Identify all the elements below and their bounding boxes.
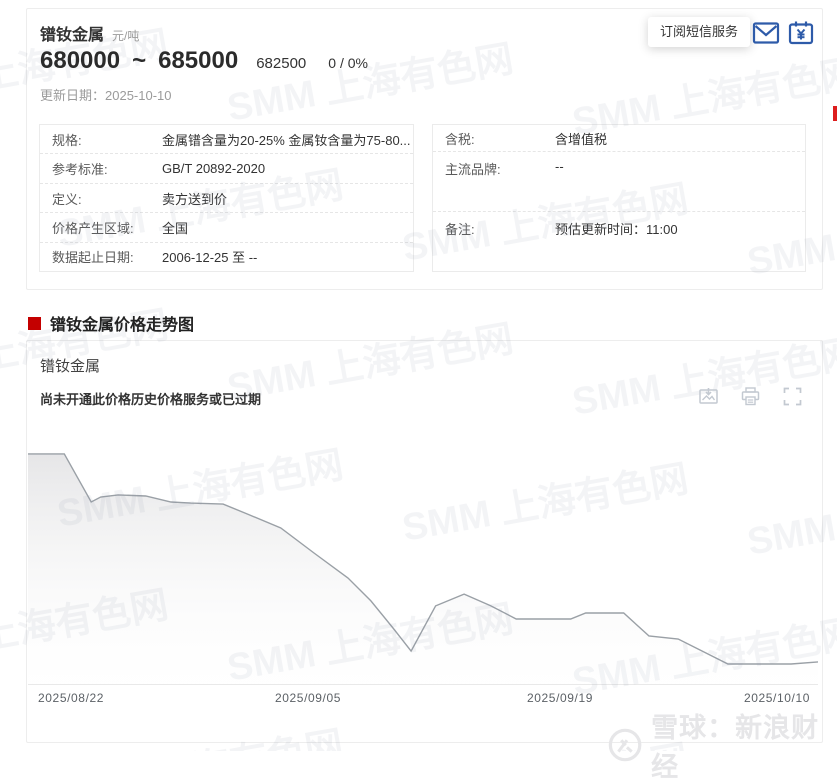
spec-row: 备注: 预估更新时间：11:00 bbox=[433, 211, 805, 271]
spec-table-right: 含税: 含增值税 主流品牌: -- 备注: 预估更新时间：11:00 bbox=[432, 124, 806, 272]
yuan-subscribe-icon bbox=[788, 21, 814, 45]
price-subscribe-button[interactable] bbox=[787, 20, 815, 46]
price-unit: 元/吨 bbox=[112, 29, 140, 43]
section-title: 镨钕金属价格走势图 bbox=[50, 317, 195, 334]
red-bullet-icon bbox=[28, 316, 41, 330]
price-change: 0 / 0% bbox=[328, 55, 368, 71]
update-date: 更新日期：2025-10-10 bbox=[40, 88, 172, 103]
price-row: 680000 ~685000 682500 0 / 0% bbox=[40, 47, 368, 75]
save-image-icon[interactable] bbox=[699, 387, 718, 406]
price-title-row: 镨钕金属 元/吨 bbox=[40, 21, 139, 45]
sms-subscribe-tooltip: 订阅短信服务 bbox=[648, 17, 751, 47]
mail-icon bbox=[752, 22, 780, 44]
spec-row: 价格产生区域: 全国 bbox=[40, 212, 413, 241]
section-header: 镨钕金属价格走势图 bbox=[28, 311, 194, 335]
x-tick-label: 2025/10/10 bbox=[743, 691, 810, 705]
spec-row: 主流品牌: -- bbox=[433, 151, 805, 211]
price-trend-chart-card: 镨钕金属 尚未开通此价格历史价格服务或已过期 2025/08/22 2025/0… bbox=[26, 340, 823, 743]
mail-subscribe-button[interactable] bbox=[752, 20, 780, 46]
spec-row: 数据起止日期: 2006-12-25 至 -- bbox=[40, 241, 413, 271]
spec-row: 规格: 金属镨含量为20-25% 金属钕含量为75-80... bbox=[52, 132, 411, 148]
fullscreen-icon[interactable] bbox=[783, 387, 802, 406]
spec-row: 定义: 卖方送到价 bbox=[40, 182, 413, 212]
price-range: 680000 ~685000 bbox=[40, 47, 239, 74]
price-trend-plot[interactable] bbox=[28, 421, 819, 685]
print-icon[interactable] bbox=[741, 387, 760, 406]
spec-table-left: 规格: 金属镨含量为20-25% 金属钕含量为75-80... 参考标准: GB… bbox=[39, 124, 414, 272]
spec-row: 含税: 含增值税 bbox=[445, 131, 608, 147]
x-tick-label: 2025/09/19 bbox=[526, 691, 594, 705]
clipped-red-fragment bbox=[833, 106, 837, 121]
x-tick-label: 2025/09/05 bbox=[274, 691, 342, 705]
chart-service-notice: 尚未开通此价格历史价格服务或已过期 bbox=[40, 392, 262, 407]
chart-toolbar bbox=[699, 387, 802, 406]
spec-row: 参考标准: GB/T 20892-2020 bbox=[40, 153, 413, 182]
price-card: 镨钕金属 元/吨 680000 ~685000 682500 0 / 0% 更新日… bbox=[26, 8, 823, 290]
metal-name: 镨钕金属 bbox=[40, 27, 105, 44]
x-axis-labels: 2025/08/22 2025/09/05 2025/09/19 2025/10… bbox=[28, 691, 818, 707]
x-tick-label: 2025/08/22 bbox=[38, 691, 105, 705]
price-average: 682500 bbox=[256, 55, 307, 72]
chart-title: 镨钕金属 bbox=[40, 358, 101, 375]
